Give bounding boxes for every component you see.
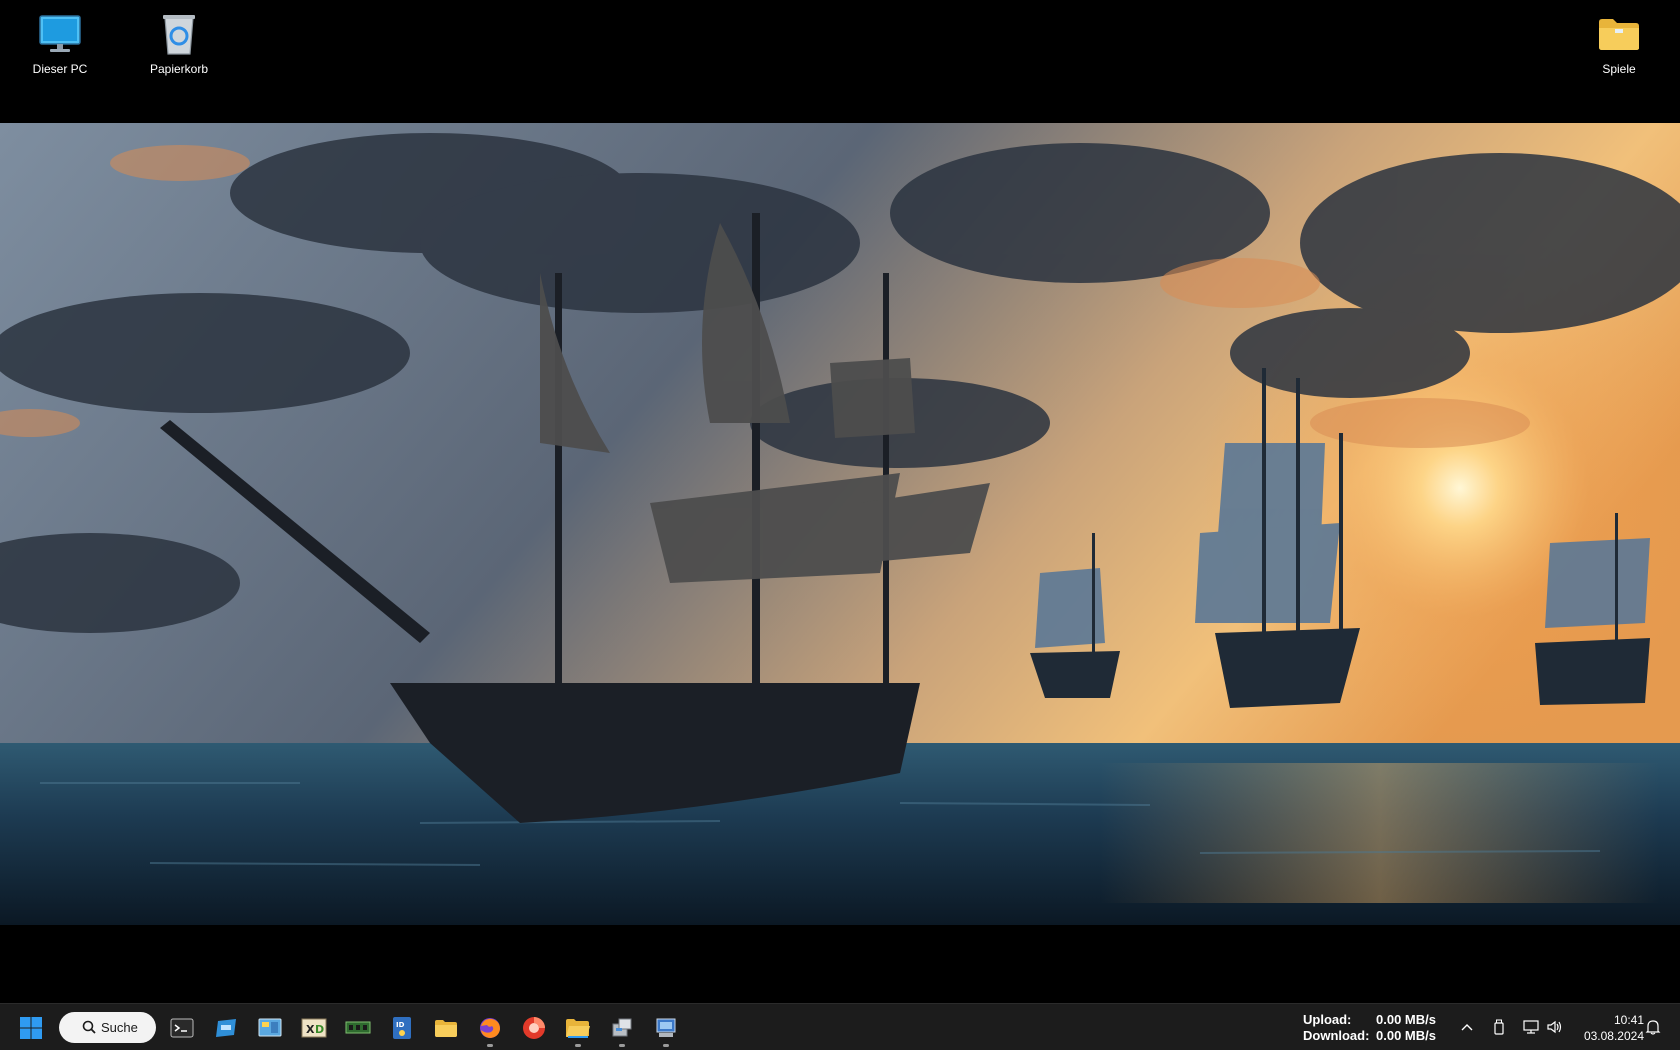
taskbar-app-memory[interactable] bbox=[340, 1010, 376, 1046]
computer-tool-icon bbox=[656, 1018, 676, 1037]
running-indicator bbox=[663, 1044, 669, 1047]
desktop-icon-label: Dieser PC bbox=[32, 62, 88, 76]
taskbar-app-network-tool[interactable] bbox=[604, 1010, 640, 1047]
clock-time: 10:41 bbox=[1613, 1013, 1644, 1027]
xd-app-icon: X D bbox=[301, 1018, 327, 1038]
taskbar-app-file-explorer[interactable] bbox=[428, 1010, 464, 1046]
control-panel-icon bbox=[258, 1018, 282, 1037]
running-indicator bbox=[619, 1044, 625, 1047]
download-label: Download: bbox=[1303, 1028, 1370, 1043]
desktop-icon-this-pc[interactable]: Dieser PC bbox=[12, 4, 108, 76]
download-row: Download: 0.00 MB/s bbox=[1303, 1028, 1436, 1044]
start-button[interactable] bbox=[13, 1010, 49, 1046]
taskbar: Suche X D ID Upload: 0.00 MB/s Download:… bbox=[0, 1003, 1680, 1050]
chevron-up-icon bbox=[1461, 1024, 1473, 1031]
usb-drive-icon bbox=[1494, 1019, 1504, 1035]
id-card-icon: ID bbox=[393, 1017, 411, 1039]
upload-row: Upload: 0.00 MB/s bbox=[1303, 1012, 1436, 1028]
clock-date: 03.08.2024 bbox=[1583, 1029, 1644, 1043]
bell-icon bbox=[1645, 1020, 1661, 1035]
network-device-icon bbox=[612, 1018, 632, 1037]
memory-chip-icon bbox=[345, 1021, 371, 1034]
running-indicator bbox=[487, 1044, 493, 1047]
svg-text:D: D bbox=[315, 1023, 324, 1036]
search-box[interactable]: Suche bbox=[59, 1012, 156, 1043]
download-value: 0.00 MB/s bbox=[1376, 1028, 1436, 1043]
notifications-button[interactable] bbox=[1642, 1016, 1664, 1038]
wallpaper bbox=[0, 123, 1680, 925]
desktop: Dieser PC Papierkorb Spiele bbox=[0, 0, 1680, 1003]
taskbar-app-blue[interactable] bbox=[208, 1010, 244, 1046]
windows-logo-icon bbox=[20, 1017, 42, 1039]
folder-icon bbox=[435, 1020, 457, 1037]
red-circle-app-icon bbox=[523, 1017, 545, 1039]
upload-label: Upload: bbox=[1303, 1012, 1352, 1027]
tray-usb-device[interactable] bbox=[1488, 1016, 1510, 1038]
svg-text:X: X bbox=[306, 1023, 315, 1036]
taskbar-app-system-tool[interactable] bbox=[648, 1010, 684, 1047]
taskbar-app-firefox[interactable] bbox=[472, 1010, 508, 1047]
upload-value: 0.00 MB/s bbox=[1376, 1012, 1436, 1027]
taskbar-app-xd[interactable]: X D bbox=[296, 1010, 332, 1046]
volume-icon bbox=[1547, 1020, 1562, 1034]
tray-network[interactable] bbox=[1520, 1016, 1542, 1038]
search-icon bbox=[82, 1020, 96, 1034]
desktop-icon-label: Papierkorb bbox=[149, 62, 209, 76]
show-hidden-icons-button[interactable] bbox=[1456, 1016, 1478, 1038]
desktop-icon-label: Spiele bbox=[1602, 62, 1636, 76]
search-label: Suche bbox=[101, 1020, 138, 1035]
taskbar-app-media[interactable] bbox=[516, 1010, 552, 1046]
desktop-icon-recycle-bin[interactable]: Papierkorb bbox=[131, 4, 227, 76]
app-window-icon bbox=[216, 1019, 236, 1037]
svg-text:ID: ID bbox=[396, 1021, 405, 1029]
open-folder-icon bbox=[566, 1019, 590, 1038]
folder-icon bbox=[1595, 10, 1643, 58]
network-icon bbox=[1523, 1020, 1539, 1034]
terminal-icon bbox=[170, 1018, 194, 1038]
taskbar-app-terminal[interactable] bbox=[164, 1010, 200, 1046]
clock[interactable]: 10:41 03.08.2024 bbox=[1572, 1012, 1644, 1044]
this-pc-monitor-icon bbox=[36, 10, 84, 58]
firefox-icon bbox=[480, 1018, 500, 1038]
recycle-bin-icon bbox=[155, 10, 203, 58]
taskbar-app-control-panel[interactable] bbox=[252, 1010, 288, 1046]
network-speed-monitor: Upload: 0.00 MB/s Download: 0.00 MB/s bbox=[1303, 1012, 1436, 1044]
taskbar-app-open-folder[interactable] bbox=[560, 1010, 596, 1047]
tray-volume[interactable] bbox=[1544, 1016, 1566, 1038]
desktop-icon-spiele-folder[interactable]: Spiele bbox=[1571, 4, 1667, 76]
taskbar-app-id[interactable]: ID bbox=[384, 1010, 420, 1046]
running-indicator bbox=[575, 1044, 581, 1047]
